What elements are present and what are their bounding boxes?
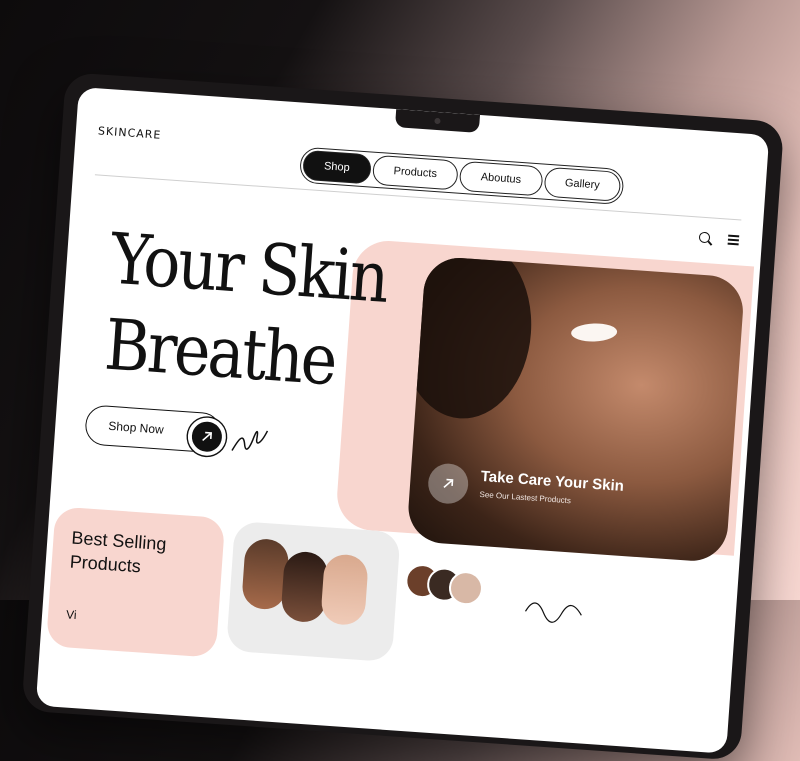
nav-item-gallery[interactable]: Gallery: [542, 166, 622, 202]
wave-decoration-icon: [524, 602, 582, 623]
camera-dot: [434, 117, 441, 125]
face-image: [320, 553, 369, 627]
product-faces-card[interactable]: [226, 520, 401, 663]
avatar: [447, 570, 485, 607]
squiggle-icon: [231, 430, 269, 451]
laptop-device: SKINCARE Shop Products Aboutus Gallery Y…: [21, 72, 785, 761]
hero-photo[interactable]: Take Care Your Skin See Our Lastest Prod…: [406, 255, 746, 564]
arrow-up-right-icon: [443, 478, 454, 488]
search-icon[interactable]: [697, 231, 714, 248]
best-selling-title: Best Selling Products: [69, 527, 168, 577]
feature-arrow-button[interactable]: [426, 462, 470, 506]
hero-title: Your Skin Breathe: [102, 216, 390, 407]
main-nav: Shop Products Aboutus Gallery: [298, 146, 625, 206]
best-selling-card[interactable]: Best Selling Products Vi: [45, 506, 226, 658]
nav-item-shop[interactable]: Shop: [302, 149, 372, 185]
menu-icon[interactable]: [727, 234, 744, 252]
photo-cream-highlight: [570, 322, 618, 343]
feature-subtitle[interactable]: See Our Lastest Products: [479, 490, 571, 505]
nav-item-products[interactable]: Products: [371, 154, 459, 191]
photo-hair-shape: [406, 255, 538, 423]
arrow-up-right-icon: [186, 416, 228, 457]
app-screen: SKINCARE Shop Products Aboutus Gallery Y…: [35, 86, 770, 754]
camera-notch: [394, 109, 481, 133]
brand-logo[interactable]: SKINCARE: [98, 124, 162, 141]
nav-item-aboutus[interactable]: Aboutus: [458, 160, 544, 197]
shop-now-button[interactable]: Shop Now: [84, 404, 228, 457]
best-selling-link[interactable]: Vi: [66, 607, 77, 622]
shop-now-label: Shop Now: [107, 418, 165, 437]
